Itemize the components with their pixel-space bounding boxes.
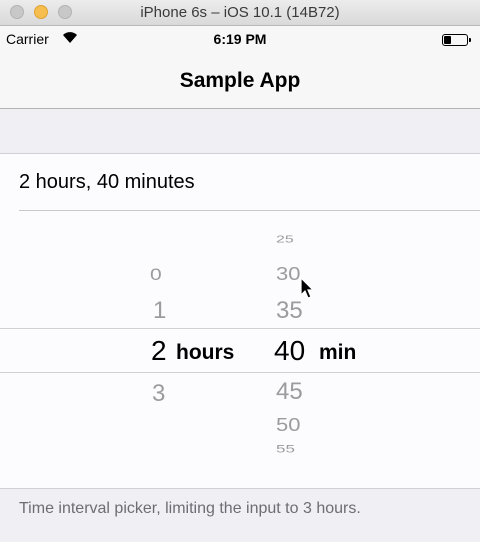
selection-top-line	[0, 328, 480, 329]
selection-bottom-line	[0, 372, 480, 373]
window-titlebar: iPhone 6s – iOS 10.1 (14B72)	[0, 0, 480, 26]
minutes-option[interactable]: 25	[276, 234, 294, 246]
battery-icon	[442, 34, 471, 46]
status-time: 6:19 PM	[213, 31, 267, 47]
hours-selected[interactable]: 2	[151, 335, 167, 367]
minutes-option[interactable]: 45	[276, 378, 303, 406]
selected-value-cell[interactable]: 2 hours, 40 minutes	[0, 154, 480, 211]
minutes-option[interactable]: 30	[276, 263, 300, 285]
picker-section: 2 hours, 40 minutes 0 1 2 hours 3 25 30 …	[0, 153, 480, 489]
battery-level	[444, 36, 451, 44]
hours-unit-label: hours	[176, 341, 235, 364]
minutes-option[interactable]: 55	[276, 443, 295, 456]
minutes-unit-label: min	[319, 341, 357, 364]
footer-caption: Time interval picker, limiting the input…	[19, 500, 361, 517]
page-title: Sample App	[179, 69, 301, 92]
navigation-bar: Sample App	[0, 52, 480, 109]
status-bar: Carrier 6:19 PM	[0, 26, 480, 52]
time-interval-picker[interactable]: 0 1 2 hours 3 25 30 35 40 min 45 50 55	[0, 211, 480, 490]
hours-option[interactable]: 0	[150, 265, 163, 284]
hours-option[interactable]: 1	[153, 297, 166, 325]
minutes-selected[interactable]: 40	[274, 335, 305, 367]
mouse-cursor-icon	[300, 277, 315, 299]
selected-value-text: 2 hours, 40 minutes	[19, 171, 195, 193]
window-title: iPhone 6s – iOS 10.1 (14B72)	[140, 4, 340, 21]
minutes-option[interactable]: 35	[276, 297, 303, 325]
hours-option[interactable]: 3	[152, 380, 165, 408]
minutes-option[interactable]: 50	[276, 414, 300, 436]
